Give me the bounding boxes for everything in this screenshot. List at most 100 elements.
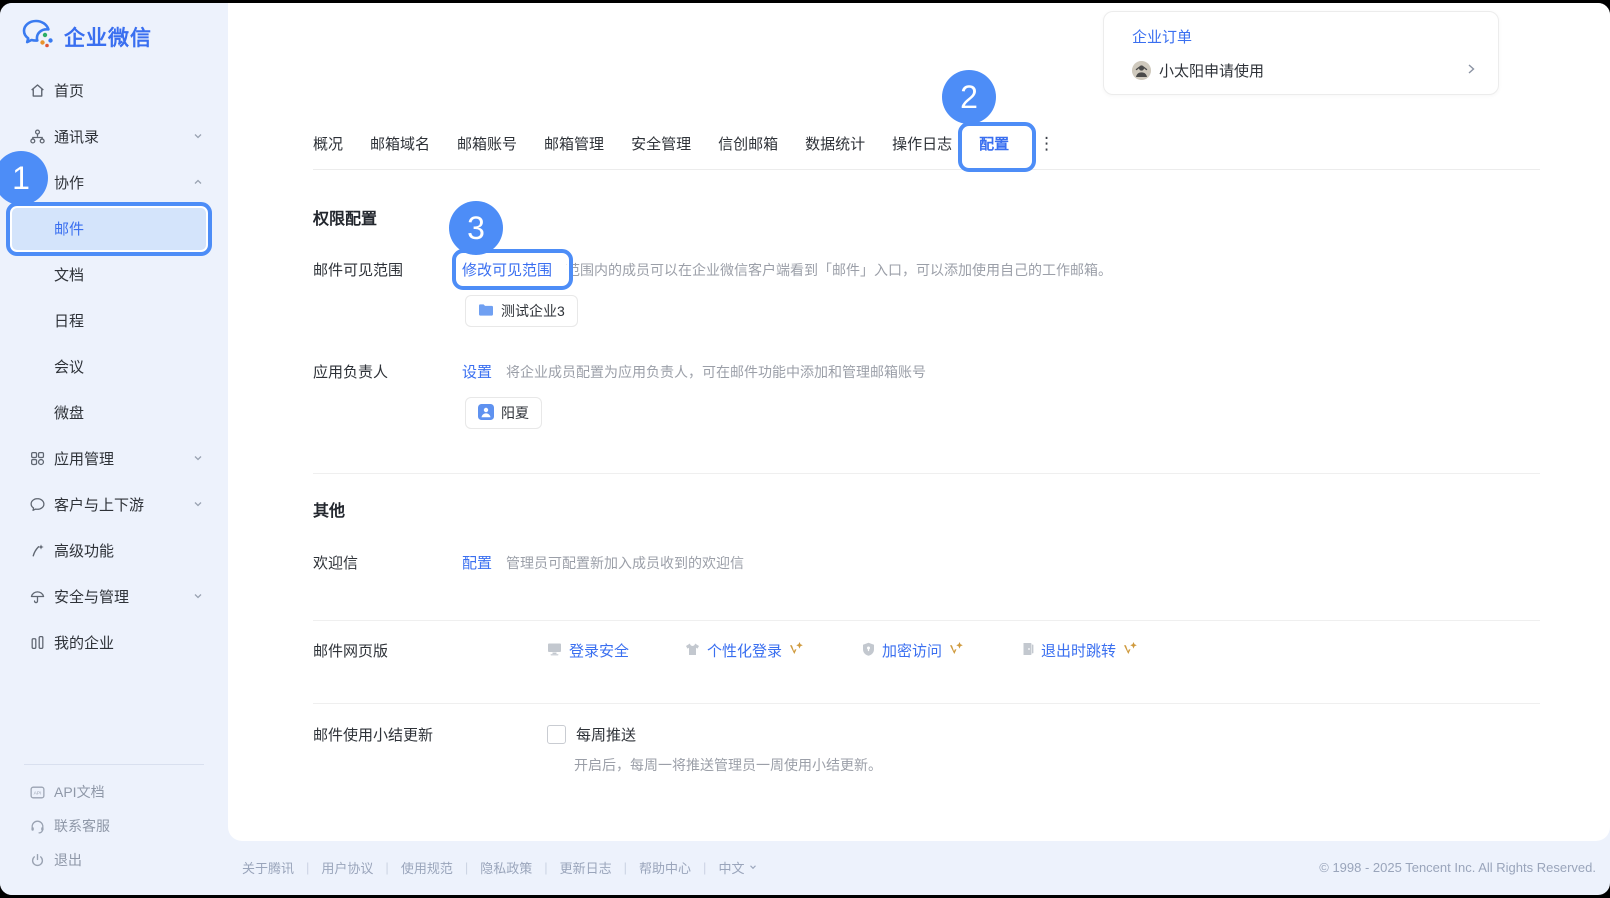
encrypted-access-link[interactable]: 加密访问 bbox=[862, 640, 966, 661]
modify-visibility-link[interactable]: 修改可见范围 bbox=[462, 259, 552, 280]
visibility-scope-tag[interactable]: 测试企业3 bbox=[465, 295, 578, 327]
app-owner-row: 应用负责人 设置 将企业成员配置为应用负责人，可在邮件功能中添加和管理邮箱账号 bbox=[313, 361, 1540, 382]
chevron-down-icon bbox=[748, 862, 758, 872]
tab-overview[interactable]: 概况 bbox=[313, 129, 343, 158]
mail-visibility-row: 邮件可见范围 修改可见范围 范围内的成员可以在企业微信客户端看到「邮件」入口，可… bbox=[313, 259, 1540, 280]
section-title-other: 其他 bbox=[313, 497, 345, 521]
welcome-letter-row: 欢迎信 配置 管理员可配置新加入成员收到的欢迎信 bbox=[313, 552, 1540, 573]
sidebar-item-docs[interactable]: 文档 bbox=[0, 251, 228, 297]
sidebar-item-mail[interactable]: 邮件 bbox=[10, 205, 212, 251]
premium-sparkle-icon bbox=[949, 641, 966, 660]
sidebar-item-advanced[interactable]: 高级功能 bbox=[0, 527, 228, 573]
sidebar-item-customers[interactable]: 客户与上下游 bbox=[0, 481, 228, 527]
premium-sparkle-icon bbox=[1123, 641, 1140, 660]
weekly-push-label: 每周推送 bbox=[576, 724, 636, 745]
app-owner-tag-label: 阳夏 bbox=[501, 403, 529, 423]
folder-icon bbox=[478, 303, 494, 320]
chevron-up-icon bbox=[192, 175, 204, 192]
premium-sparkle-icon bbox=[789, 641, 806, 660]
mail-visibility-label: 邮件可见范围 bbox=[313, 259, 462, 280]
chevron-down-icon bbox=[192, 497, 204, 514]
chat-bubble-icon bbox=[28, 495, 46, 513]
sidebar-item-collaboration[interactable]: 协作 bbox=[0, 159, 228, 205]
tab-mail-domain[interactable]: 邮箱域名 bbox=[370, 129, 430, 158]
tab-security-management[interactable]: 安全管理 bbox=[631, 129, 691, 158]
shield-lock-icon bbox=[862, 642, 875, 660]
chevron-down-icon bbox=[192, 451, 204, 468]
sidebar-item-security[interactable]: 安全与管理 bbox=[0, 573, 228, 619]
tab-mail-management[interactable]: 邮箱管理 bbox=[544, 129, 604, 158]
sidebar-item-label: 应用管理 bbox=[54, 448, 114, 469]
apps-grid-icon bbox=[28, 449, 46, 467]
shirt-icon bbox=[685, 642, 700, 660]
wecom-logo-icon bbox=[22, 19, 56, 54]
sidebar-item-contact-support[interactable]: 联系客服 bbox=[0, 809, 228, 843]
footer-links: 关于腾讯| 用户协议| 使用规范| 隐私政策| 更新日志| 帮助中心| 中文 bbox=[240, 858, 760, 877]
main-content: 企业订单 小太阳申请使用 概况 邮箱域名 邮箱账号 邮箱管理 安全管理 信创邮箱… bbox=[228, 3, 1610, 841]
section-divider bbox=[313, 703, 1540, 704]
app-owner-desc: 将企业成员配置为应用负责人，可在邮件功能中添加和管理邮箱账号 bbox=[506, 361, 926, 382]
home-icon bbox=[28, 81, 46, 99]
chevron-right-icon bbox=[1464, 62, 1478, 80]
webmail-links: 登录安全 个性化登录 加密访问 退出时跳转 bbox=[547, 640, 1140, 661]
footer-language-selector[interactable]: 中文 bbox=[716, 858, 760, 877]
webmail-label: 邮件网页版 bbox=[313, 640, 462, 661]
app-window: 企业微信 首页 通讯录 协作 bbox=[0, 3, 1610, 895]
mail-summary-label: 邮件使用小结更新 bbox=[313, 724, 462, 745]
footer-link-usage-rules[interactable]: 使用规范 bbox=[399, 858, 455, 877]
sidebar-item-label: 邮件 bbox=[54, 218, 84, 239]
sidebar-item-app-management[interactable]: 应用管理 bbox=[0, 435, 228, 481]
weekly-push-checkbox[interactable] bbox=[547, 725, 566, 744]
mail-summary-row: 邮件使用小结更新 bbox=[313, 724, 1540, 745]
footer-link-user-agreement[interactable]: 用户协议 bbox=[319, 858, 375, 877]
footer-link-help-center[interactable]: 帮助中心 bbox=[637, 858, 693, 877]
footer-link-changelog[interactable]: 更新日志 bbox=[558, 858, 614, 877]
sidebar-item-label: 微盘 bbox=[54, 402, 84, 423]
tab-data-statistics[interactable]: 数据统计 bbox=[805, 129, 865, 158]
sidebar-nav: 首页 通讯录 协作 邮件 文档 bbox=[0, 67, 228, 665]
login-security-link[interactable]: 登录安全 bbox=[547, 640, 629, 661]
chevron-down-icon bbox=[192, 129, 204, 146]
app-logo[interactable]: 企业微信 bbox=[22, 19, 152, 54]
sidebar-item-label: 安全与管理 bbox=[54, 586, 129, 607]
weekly-push-desc: 开启后，每周一将推送管理员一周使用小结更新。 bbox=[574, 755, 882, 775]
sidebar-item-my-company[interactable]: 我的企业 bbox=[0, 619, 228, 665]
headset-icon bbox=[28, 817, 46, 835]
sidebar-item-api-docs[interactable]: API API文档 bbox=[0, 775, 228, 809]
sidebar-item-drive[interactable]: 微盘 bbox=[0, 389, 228, 435]
monitor-icon bbox=[547, 642, 562, 660]
personalized-login-link[interactable]: 个性化登录 bbox=[685, 640, 806, 661]
sidebar-item-logout[interactable]: 退出 bbox=[0, 843, 228, 877]
svg-text:API: API bbox=[33, 790, 41, 796]
sidebar-item-label: 客户与上下游 bbox=[54, 494, 144, 515]
tab-xinchuang-mail[interactable]: 信创邮箱 bbox=[718, 129, 778, 158]
app-title: 企业微信 bbox=[64, 22, 152, 52]
copyright-text: © 1998 - 2025 Tencent Inc. All Rights Re… bbox=[1319, 860, 1596, 875]
door-icon bbox=[1022, 642, 1034, 660]
order-request-row[interactable]: 小太阳申请使用 bbox=[1132, 60, 1478, 81]
sidebar: 企业微信 首页 通讯录 协作 bbox=[0, 3, 228, 895]
more-menu-icon[interactable]: ⋮ bbox=[1038, 134, 1055, 154]
sidebar-item-label: 高级功能 bbox=[54, 540, 114, 561]
sidebar-item-label: API文档 bbox=[54, 782, 105, 802]
sidebar-item-contacts[interactable]: 通讯录 bbox=[0, 113, 228, 159]
welcome-config-link[interactable]: 配置 bbox=[462, 552, 492, 573]
logout-redirect-link[interactable]: 退出时跳转 bbox=[1022, 640, 1140, 661]
company-icon bbox=[28, 633, 46, 651]
footer-link-about[interactable]: 关于腾讯 bbox=[240, 858, 296, 877]
app-owner-tag[interactable]: 阳夏 bbox=[465, 397, 542, 429]
tab-settings[interactable]: 配置 bbox=[979, 129, 1009, 158]
sidebar-item-label: 联系客服 bbox=[54, 816, 110, 836]
tab-operation-log[interactable]: 操作日志 bbox=[892, 129, 952, 158]
app-owner-label: 应用负责人 bbox=[313, 361, 462, 382]
visibility-scope-tag-label: 测试企业3 bbox=[501, 301, 565, 321]
footer-link-privacy[interactable]: 隐私政策 bbox=[478, 858, 534, 877]
sidebar-item-schedule[interactable]: 日程 bbox=[0, 297, 228, 343]
enterprise-order-link[interactable]: 企业订单 bbox=[1132, 26, 1192, 47]
weekly-push-option: 每周推送 bbox=[547, 724, 636, 745]
owner-set-link[interactable]: 设置 bbox=[462, 361, 492, 382]
tab-mail-account[interactable]: 邮箱账号 bbox=[457, 129, 517, 158]
sidebar-item-meeting[interactable]: 会议 bbox=[0, 343, 228, 389]
sidebar-item-home[interactable]: 首页 bbox=[0, 67, 228, 113]
tab-bar: 概况 邮箱域名 邮箱账号 邮箱管理 安全管理 信创邮箱 数据统计 操作日志 配置… bbox=[313, 129, 1055, 158]
